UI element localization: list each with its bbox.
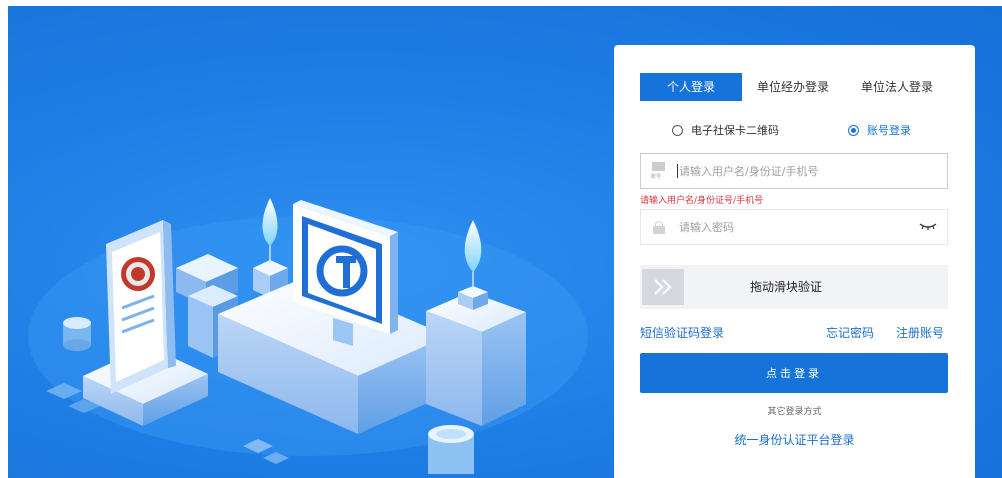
- other-login-methods-label: 其它登录方式: [767, 407, 822, 417]
- slider-label: 拖动滑块验证: [750, 280, 823, 294]
- password-field: [640, 209, 948, 245]
- tab-unit-legal-person-login[interactable]: 单位法人登录: [844, 73, 950, 101]
- slide-captcha: 拖动滑块验证: [640, 265, 948, 309]
- bottom-cylinder: [428, 425, 474, 474]
- slider-handle[interactable]: [642, 269, 684, 305]
- forgot-password-link[interactable]: 忘记密码: [826, 324, 874, 341]
- login-method-group: 电子社保卡二维码 账号登录: [672, 122, 932, 140]
- register-link[interactable]: 注册账号: [896, 324, 944, 341]
- login-page-background: 个人登录 单位经办登录 单位法人登录 电子社保卡二维码 账号登录 账号 请输入用…: [8, 6, 1002, 478]
- radio-label: 电子社保卡二维码: [691, 124, 779, 137]
- double-chevron-right-icon: [654, 279, 672, 295]
- tab-unit-agent-login[interactable]: 单位经办登录: [742, 73, 844, 101]
- small-cylinder: [63, 317, 91, 351]
- text-cursor: [677, 164, 678, 178]
- unified-identity-login-link[interactable]: 统一身份认证平台登录: [614, 431, 975, 448]
- radio-account-login[interactable]: 账号登录: [848, 122, 911, 138]
- radio-circle-icon: [672, 124, 683, 136]
- username-input[interactable]: [679, 154, 929, 188]
- login-type-tabs: 个人登录 单位经办登录 单位法人登录: [640, 73, 950, 101]
- auxiliary-links: 短信验证码登录 忘记密码 注册账号: [640, 324, 948, 342]
- username-field: 账号: [640, 153, 948, 189]
- password-input[interactable]: [679, 210, 929, 244]
- username-error-message: 请输入用户名/身份证号/手机号: [640, 196, 764, 206]
- radio-label: 账号登录: [867, 124, 911, 137]
- sms-login-link[interactable]: 短信验证码登录: [640, 324, 724, 341]
- phone-device: [106, 220, 176, 394]
- eye-closed-icon[interactable]: [919, 220, 937, 232]
- icon-caption: 账号: [651, 174, 662, 180]
- user-card-icon: 账号: [651, 162, 667, 180]
- radio-qr-code-login[interactable]: 电子社保卡二维码: [672, 122, 779, 138]
- login-button[interactable]: 点击登录: [640, 353, 948, 393]
- lock-icon: [653, 221, 665, 234]
- login-card: 个人登录 单位经办登录 单位法人登录 电子社保卡二维码 账号登录 账号 请输入用…: [614, 45, 975, 478]
- isometric-illustration: [28, 198, 588, 474]
- radio-selected-icon: [848, 124, 859, 136]
- tab-personal-login[interactable]: 个人登录: [640, 73, 742, 101]
